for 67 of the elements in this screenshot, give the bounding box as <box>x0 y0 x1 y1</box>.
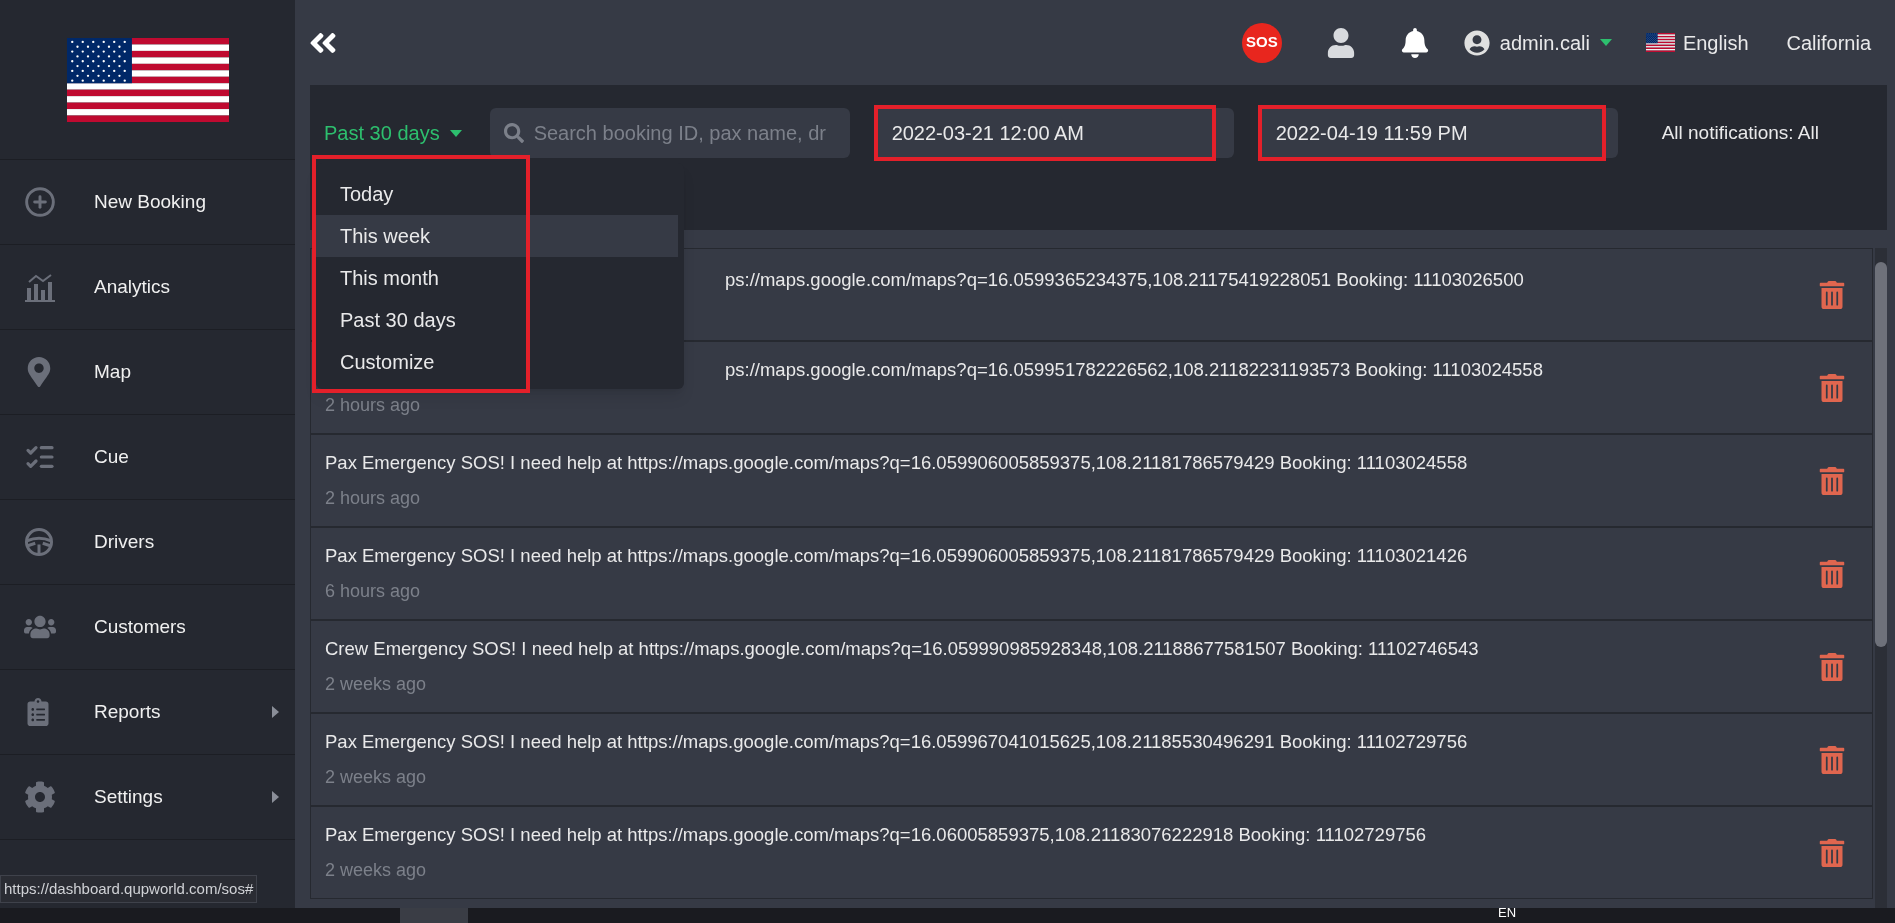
trash-icon <box>1818 745 1846 774</box>
sidebar-item[interactable]: New Booking <box>0 160 295 245</box>
sidebar-item[interactable]: Map <box>0 330 295 415</box>
sidebar-item[interactable]: Drivers <box>0 500 295 585</box>
trash-icon <box>1818 373 1846 402</box>
flag-logo-icon <box>66 37 229 122</box>
trash-icon <box>1818 280 1846 309</box>
notification-message: ps://maps.google.com/maps?q=16.059951782226562,108.21182231193573 Booking: 11103024558 <box>725 358 1544 383</box>
notification-message: Pax Emergency SOS! I need help at https://maps.google.com/maps?q=16.059967041015625,108.21185530496291 Booking: 11102729756 <box>325 730 1469 755</box>
notification-message: Pax Emergency SOS! I need help at https://maps.google.com/maps?q=16.059906005859375,108.21181786579429 Booking: 11103024558 <box>325 451 1469 476</box>
language-selector[interactable]: English <box>1645 27 1749 58</box>
notification-message: ps://maps.google.com/maps?q=16.0599365234375,108.21175419228051 Booking: 11103026500 <box>725 268 1525 293</box>
status-url: https://dashboard.qupworld.com/sos# <box>0 874 258 903</box>
sos-button[interactable]: SOS <box>1241 22 1282 63</box>
delete-button[interactable] <box>1818 745 1846 774</box>
sidebar-item[interactable]: Analytics <box>0 245 295 330</box>
notification-time: 2 weeks ago <box>325 858 428 882</box>
notification-message: Crew Emergency SOS! I need help at https://maps.google.com/maps?q=16.059990985928348,108.21188677581507 Booking: 11102746543 <box>325 637 1480 662</box>
notification-time: 6 hours ago <box>325 579 422 603</box>
notification-bell-icon[interactable] <box>1399 27 1430 58</box>
trash-icon <box>1818 559 1846 588</box>
end-date-field[interactable]: 2022-04-19 11:59 PM <box>1257 105 1606 161</box>
delete-button[interactable] <box>1818 280 1846 309</box>
search-field[interactable]: Search booking ID, pax name, dr <box>489 108 850 158</box>
caret-down-icon <box>1599 39 1612 46</box>
menu-option[interactable]: This week <box>316 215 678 257</box>
bar-chart-icon <box>24 272 56 302</box>
menu-option[interactable]: Today <box>316 173 678 215</box>
notification-time: 2 hours ago <box>325 393 422 417</box>
trash-icon <box>1818 652 1846 681</box>
delete-button[interactable] <box>1818 559 1846 588</box>
caret-right-icon <box>272 706 279 718</box>
sidebar-item[interactable]: Customers <box>0 585 295 670</box>
date-range-dropdown[interactable]: Past 30 days <box>324 108 462 158</box>
search-icon <box>503 123 524 143</box>
sidebar-item[interactable]: Reports <box>0 670 295 755</box>
account-menu[interactable]: admin.cali <box>1463 27 1612 58</box>
trash-icon <box>1818 838 1846 867</box>
sidebar-item[interactable]: Cue <box>0 415 295 500</box>
delete-button[interactable] <box>1818 373 1846 402</box>
notification-time: 2 weeks ago <box>325 672 428 696</box>
menu-option[interactable]: Past 30 days <box>316 299 678 341</box>
language-indicator[interactable]: EN <box>1498 908 1517 923</box>
delete-button[interactable] <box>1818 838 1846 867</box>
add-circle-icon <box>24 186 56 218</box>
notification-filter[interactable]: All notifications: All <box>1661 108 1819 158</box>
sidebar-item[interactable]: Settings <box>0 755 295 840</box>
search-input[interactable]: Search booking ID, pax name, dr <box>533 108 834 158</box>
caret-right-icon <box>272 791 279 803</box>
notification-message: Pax Emergency SOS! I need help at https://maps.google.com/maps?q=16.06005859375,108.21183076222918 Booking: 11102729756 <box>325 823 1428 848</box>
notification-message: Pax Emergency SOS! I need help at https://maps.google.com/maps?q=16.059906005859375,108.21181786579429 Booking: 11103021426 <box>325 544 1469 569</box>
trash-icon <box>1818 466 1846 495</box>
menu-option[interactable]: Customize <box>316 341 678 383</box>
user-icon[interactable] <box>1325 27 1356 58</box>
delete-button[interactable] <box>1818 652 1846 681</box>
steering-wheel-icon <box>24 527 54 557</box>
notification-time: 2 weeks ago <box>325 765 428 789</box>
notification-time: 2 hours ago <box>325 486 422 510</box>
region-label[interactable]: California <box>1786 27 1871 58</box>
start-date-field[interactable]: 2022-03-21 12:00 AM <box>873 105 1216 161</box>
user-avatar-icon <box>1463 29 1490 56</box>
delete-button[interactable] <box>1818 466 1846 495</box>
caret-down-icon <box>449 129 462 137</box>
settings-icon <box>24 781 56 813</box>
flag-icon <box>1645 33 1675 52</box>
menu-option[interactable]: This month <box>316 257 678 299</box>
scrollbar-thumb[interactable] <box>1875 262 1887 647</box>
